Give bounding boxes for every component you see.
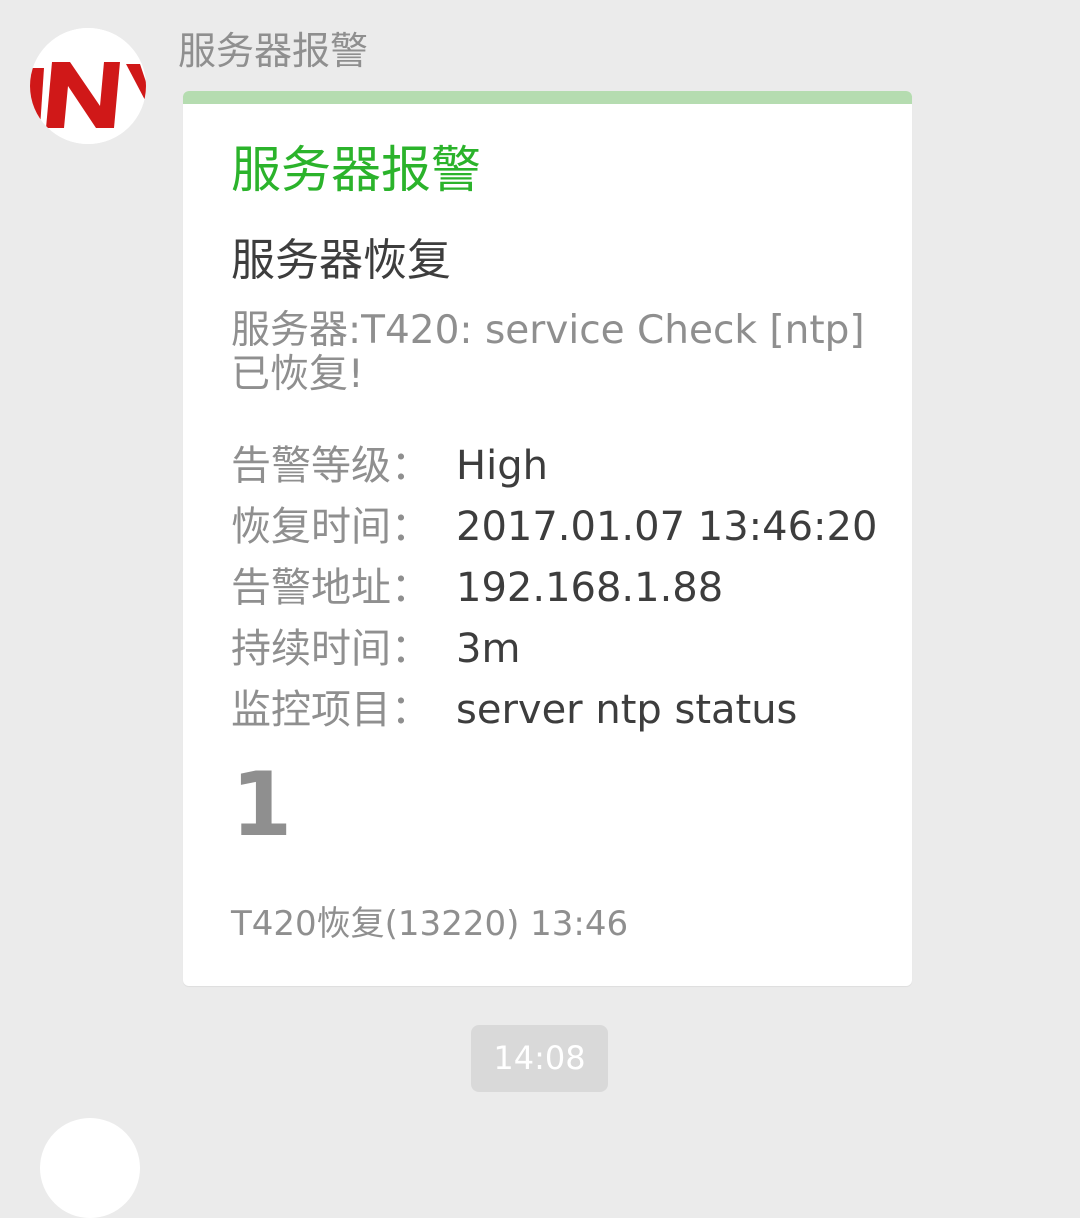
field-label: 持续时间： <box>231 626 431 672</box>
card-title: 服务器报警 <box>231 141 481 199</box>
field-row-duration: 持续时间： 3m <box>231 619 901 680</box>
field-row-monitor-item: 监控项目： server ntp status <box>231 680 901 741</box>
alert-count: 1 <box>231 753 293 856</box>
field-row-recovery-time: 恢复时间： 2017.01.07 13:46:20 <box>231 497 901 558</box>
brand-logo-icon <box>30 28 146 144</box>
card-subtitle: 服务器恢复 <box>231 235 451 286</box>
field-row-level: 告警等级： High <box>231 436 901 497</box>
field-list: 告警等级： High 恢复时间： 2017.01.07 13:46:20 告警地址：… <box>231 436 901 741</box>
sender-avatar[interactable] <box>30 28 146 144</box>
alert-card[interactable]: 服务器报警 服务器恢复 服务器:T420: service Check [ntp… <box>183 91 912 986</box>
next-message-avatar[interactable] <box>40 1118 140 1218</box>
field-value: 192.168.1.88 <box>456 565 724 611</box>
field-label: 告警地址： <box>231 565 431 611</box>
field-value: server ntp status <box>456 687 798 733</box>
field-value: 3m <box>456 626 521 672</box>
field-label: 告警等级： <box>231 443 431 489</box>
timestamp-divider: 14:08 <box>471 1025 608 1092</box>
card-description: 服务器:T420: service Check [ntp]已恢复! <box>231 308 865 397</box>
field-label: 恢复时间： <box>231 504 431 550</box>
card-top-bar <box>183 91 912 104</box>
card-footer: T420恢复(13220) 13:46 <box>231 904 629 944</box>
field-row-address: 告警地址： 192.168.1.88 <box>231 558 901 619</box>
field-value: 2017.01.07 13:46:20 <box>456 504 878 550</box>
field-label: 监控项目： <box>231 687 431 733</box>
sender-name: 服务器报警 <box>178 29 369 73</box>
field-value: High <box>456 443 548 489</box>
